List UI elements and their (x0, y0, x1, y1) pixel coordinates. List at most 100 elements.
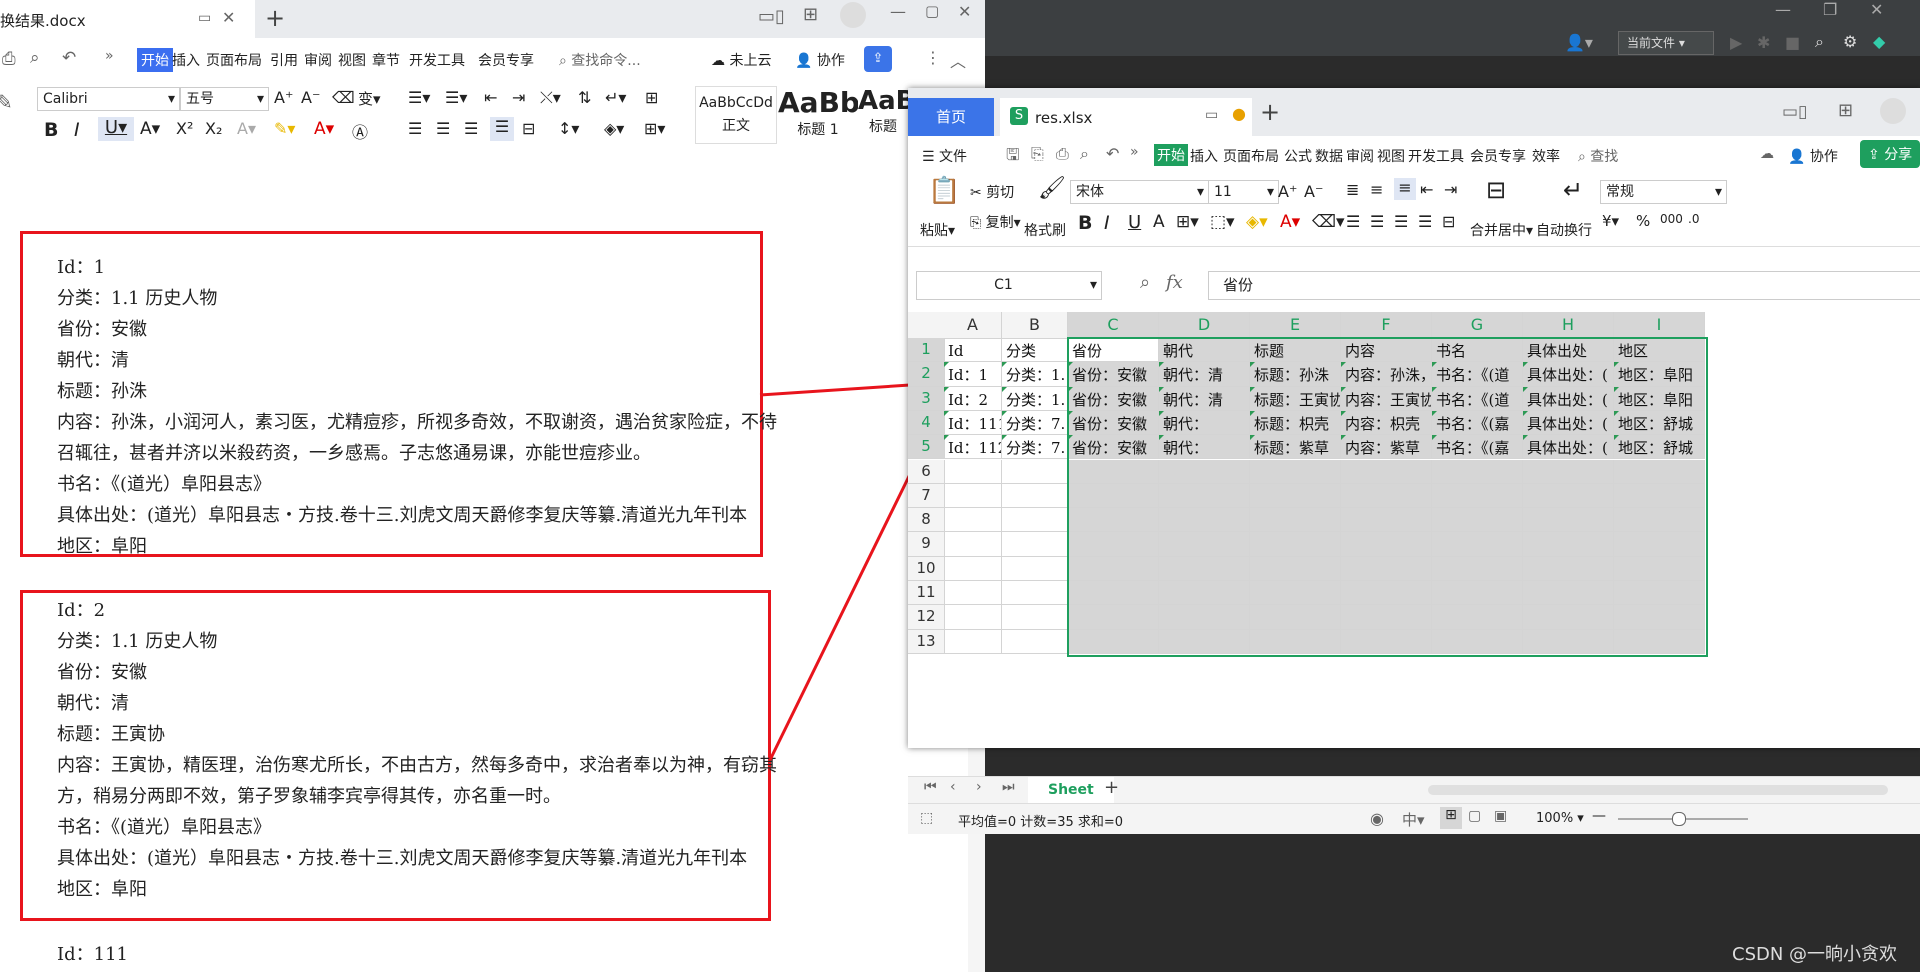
cell-B12[interactable] (1002, 605, 1068, 630)
cell-A12[interactable] (944, 605, 1002, 630)
row-header-4[interactable]: 4 (908, 410, 945, 436)
preview-icon[interactable]: ⌕ (1080, 144, 1089, 164)
row-header-3[interactable]: 3 (908, 386, 945, 411)
avatar[interactable] (1880, 98, 1906, 124)
fill-pattern-icon[interactable]: ⬚▾ (1210, 212, 1235, 232)
tab-efficiency[interactable]: 效率 (1532, 146, 1560, 166)
row-header-9[interactable]: 9 (908, 532, 945, 557)
wrap-text-icon[interactable]: ↵ (1563, 176, 1583, 204)
column-header-B[interactable]: B (1002, 312, 1068, 339)
tab-insert[interactable]: 插入 (1190, 146, 1218, 166)
row-header-6[interactable]: 6 (908, 459, 945, 484)
grow-font-icon[interactable]: A⁺ (1278, 182, 1297, 201)
tab-member[interactable]: 会员专享 (1470, 146, 1526, 166)
column-header-I[interactable]: I (1614, 312, 1705, 339)
cell-B9[interactable] (1002, 532, 1068, 557)
paste-button[interactable]: 粘贴▾ (920, 220, 955, 240)
cell-B1[interactable]: 分类 (1002, 338, 1068, 363)
file-menu[interactable]: ☰ 文件 (922, 146, 967, 166)
row-header-13[interactable]: 13 (908, 629, 945, 654)
cell-B3[interactable]: 分类：1.1 (1002, 386, 1068, 411)
cell-A2[interactable]: Id：1 (944, 362, 1002, 387)
name-box[interactable]: C1 ▾ (916, 271, 1102, 300)
tab-review[interactable]: 审阅 (1346, 146, 1374, 166)
cell-B7[interactable] (1002, 483, 1068, 509)
macro-icon[interactable]: ⬚ (920, 810, 933, 826)
row-header-11[interactable]: 11 (908, 581, 945, 606)
column-header-H[interactable]: H (1523, 312, 1614, 339)
layout-icon[interactable]: ▭▯ (1782, 102, 1807, 122)
page-break-view-icon[interactable]: ▣ (1494, 808, 1507, 824)
row-header-1[interactable]: 1 (908, 338, 945, 363)
font-size-select[interactable]: 11 ▾ (1208, 180, 1279, 204)
row-header-7[interactable]: 7 (908, 483, 945, 509)
bold-icon[interactable]: B (1078, 212, 1092, 234)
align-bottom-icon[interactable]: ≡ (1394, 178, 1416, 200)
align-right-icon[interactable]: ☰ (1394, 212, 1408, 231)
row-header-5[interactable]: 5 (908, 435, 945, 460)
shrink-font-icon[interactable]: A⁻ (1304, 182, 1323, 201)
page-layout-view-icon[interactable]: ▢ (1468, 808, 1481, 824)
zoom-slider-handle[interactable] (1672, 812, 1686, 826)
cell-A3[interactable]: Id：2 (944, 386, 1002, 411)
fx-icon[interactable]: fx (1166, 272, 1183, 293)
font-name-select[interactable]: 宋体 ▾ (1070, 180, 1209, 204)
fill-color-icon[interactable]: ◈▾ (1246, 212, 1268, 232)
thousands-icon[interactable]: 000 (1660, 212, 1683, 226)
column-header-C[interactable]: C (1068, 312, 1159, 339)
justify-icon[interactable]: ☰ (1418, 212, 1432, 231)
column-header-A[interactable]: A (944, 312, 1002, 339)
new-tab-icon[interactable]: + (1260, 98, 1280, 126)
horizontal-scrollbar[interactable] (1428, 785, 1888, 795)
align-top-icon[interactable]: ≣ (1346, 180, 1359, 199)
cell-B13[interactable] (1002, 629, 1068, 654)
wrap-text-button[interactable]: 自动换行 (1536, 220, 1592, 240)
cell-B10[interactable] (1002, 556, 1068, 581)
indent-icon[interactable]: ⇥ (1444, 180, 1457, 199)
more-icon[interactable]: » (1130, 144, 1139, 160)
format-painter-button[interactable]: 格式刷 (1024, 220, 1066, 240)
cell-B8[interactable] (1002, 508, 1068, 533)
home-tab[interactable]: 首页 (908, 98, 994, 136)
merge-center-button[interactable]: 合并居中▾ (1470, 220, 1533, 240)
eye-icon[interactable]: ◉ (1370, 809, 1384, 828)
normal-view-icon[interactable]: ⊞ (1440, 807, 1462, 829)
strikethrough-icon[interactable]: A (1153, 212, 1165, 232)
percent-icon[interactable]: % (1636, 212, 1650, 230)
number-format-select[interactable]: 常规 ▾ (1600, 180, 1727, 204)
cell-A10[interactable] (944, 556, 1002, 581)
cell-B4[interactable]: 分类：7.1 (1002, 410, 1068, 436)
add-sheet-icon[interactable]: + (1104, 777, 1119, 798)
cell-B6[interactable] (1002, 459, 1068, 484)
distribute-icon[interactable]: ⊟ (1442, 212, 1455, 231)
currency-icon[interactable]: ¥▾ (1602, 212, 1619, 230)
cell-A11[interactable] (944, 581, 1002, 606)
last-sheet-icon[interactable]: ⏭ (1002, 779, 1015, 795)
cell-A13[interactable] (944, 629, 1002, 654)
tab-page-layout[interactable]: 页面布局 (1223, 146, 1279, 166)
tab-start[interactable]: 开始 (1154, 144, 1188, 166)
zoom-out-icon[interactable]: — (1592, 808, 1606, 824)
tab-formulas[interactable]: 公式 (1284, 146, 1312, 166)
cell-A9[interactable] (944, 532, 1002, 557)
prev-sheet-icon[interactable]: ‹ (950, 779, 956, 795)
sheet-tab[interactable]: Sheet (1028, 777, 1114, 803)
cell-B11[interactable] (1002, 581, 1068, 606)
save-icon[interactable]: 🖫 (1006, 144, 1020, 171)
cell-A7[interactable] (944, 483, 1002, 509)
row-header-8[interactable]: 8 (908, 508, 945, 533)
cut-button[interactable]: ✂ 剪切 (970, 182, 1014, 202)
cell-B2[interactable]: 分类：1.1 (1002, 362, 1068, 387)
formula-bar[interactable]: 省份 (1208, 271, 1920, 300)
print-icon[interactable]: ⎙ (1056, 144, 1069, 164)
share-button[interactable]: ⇪ 分享 (1860, 140, 1920, 168)
first-sheet-icon[interactable]: ⏮ (924, 779, 937, 795)
row-header-12[interactable]: 12 (908, 605, 945, 630)
increase-decimal-icon[interactable]: .0 (1688, 212, 1699, 226)
font-color-icon[interactable]: A▾ (1280, 212, 1300, 232)
tab-data[interactable]: 数据 (1315, 146, 1343, 166)
cell-B5[interactable]: 分类：7.1 (1002, 435, 1068, 460)
cell-A5[interactable]: Id：112 (944, 435, 1002, 460)
outdent-icon[interactable]: ⇤ (1420, 180, 1433, 199)
borders-icon[interactable]: ⊞▾ (1176, 212, 1199, 232)
